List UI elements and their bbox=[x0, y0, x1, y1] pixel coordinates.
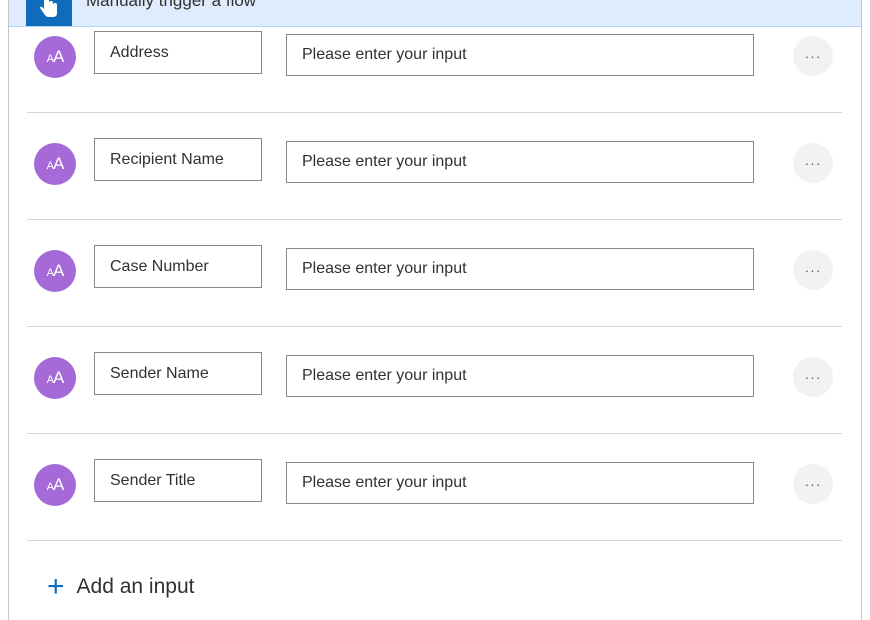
input-value-field[interactable] bbox=[286, 248, 754, 290]
divider bbox=[27, 112, 842, 113]
input-name-field[interactable]: Sender Title bbox=[94, 459, 262, 502]
divider bbox=[27, 433, 842, 434]
plus-icon: + bbox=[47, 570, 65, 603]
divider bbox=[27, 219, 842, 220]
input-row: AA Sender Title ··· bbox=[27, 435, 842, 541]
more-options-button[interactable]: ··· bbox=[793, 464, 833, 504]
add-input-button[interactable]: + Add an input bbox=[47, 572, 194, 602]
divider bbox=[27, 326, 842, 327]
input-name-field[interactable]: Recipient Name bbox=[94, 138, 262, 181]
input-row: AA Recipient Name ··· bbox=[27, 114, 842, 220]
input-name-field[interactable]: Address bbox=[94, 31, 262, 74]
text-type-icon: AA bbox=[34, 250, 76, 292]
add-input-label: Add an input bbox=[76, 575, 195, 598]
text-type-icon: AA bbox=[34, 357, 76, 399]
input-name-field[interactable]: Sender Name bbox=[94, 352, 262, 395]
input-value-field[interactable] bbox=[286, 34, 754, 76]
input-value-field[interactable] bbox=[286, 355, 754, 397]
input-row: AA Sender Name ··· bbox=[27, 328, 842, 434]
text-type-icon: AA bbox=[34, 464, 76, 506]
text-type-icon: AA bbox=[34, 143, 76, 185]
divider bbox=[27, 540, 842, 541]
input-name-field[interactable]: Case Number bbox=[94, 245, 262, 288]
input-row: AA Address ··· bbox=[27, 7, 842, 113]
more-options-button[interactable]: ··· bbox=[793, 250, 833, 290]
input-value-field[interactable] bbox=[286, 141, 754, 183]
more-options-button[interactable]: ··· bbox=[793, 357, 833, 397]
more-options-button[interactable]: ··· bbox=[793, 143, 833, 183]
text-type-icon: AA bbox=[34, 36, 76, 78]
input-row: AA Case Number ··· bbox=[27, 221, 842, 327]
input-value-field[interactable] bbox=[286, 462, 754, 504]
more-options-button[interactable]: ··· bbox=[793, 36, 833, 76]
